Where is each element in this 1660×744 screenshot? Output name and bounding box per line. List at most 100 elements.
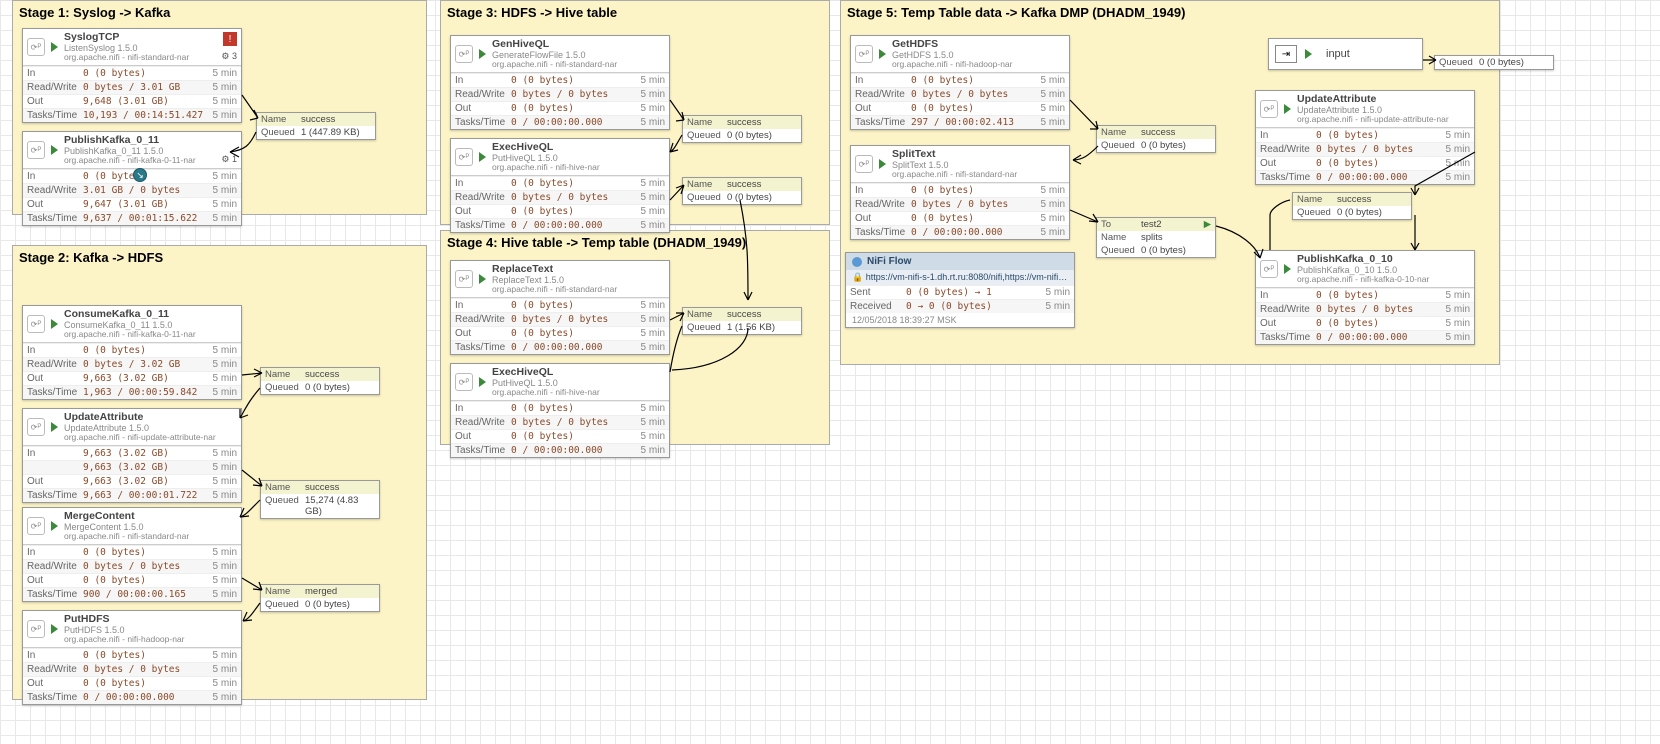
conn-name-key: Name <box>1101 127 1141 138</box>
input-port[interactable]: ⇥ input <box>1268 38 1423 70</box>
stat-value: 0 / 00:00:00.000 <box>509 116 635 129</box>
connection-c9[interactable]: Totest2▶NamesplitsQueued0 (0 bytes) <box>1096 217 1216 258</box>
processor-nar: org.apache.nifi - nifi-standard-nar <box>64 53 237 62</box>
conn-name-key: Name <box>265 482 305 493</box>
processor-header[interactable]: ⟳P ExecHiveQL PutHiveQL 1.5.0 org.apache… <box>451 139 669 176</box>
processor-p_updattr2[interactable]: ⟳P UpdateAttribute UpdateAttribute 1.5.0… <box>1255 90 1475 185</box>
rpg-title: NiFi Flow <box>867 256 911 267</box>
conn-queued-val: 0 (0 bytes) <box>1141 245 1211 256</box>
processor-name: SplitText <box>892 149 1065 161</box>
stat-value: 0 (0 bytes) <box>81 546 207 559</box>
stat-key: Out <box>851 102 909 115</box>
stat-value: 0 (0 bytes) <box>509 430 635 443</box>
stage-title: Stage 4: Hive table -> Temp table (DHADM… <box>441 231 829 254</box>
stat-key: Out <box>23 475 81 488</box>
connection-c7[interactable]: NamesuccessQueued1 (1.56 KB) <box>682 307 802 335</box>
processor-header[interactable]: ⟳P PublishKafka_0_11 PublishKafka_0_11 1… <box>23 132 241 169</box>
processor-name: PublishKafka_0_10 <box>1297 254 1470 266</box>
conn-name-val: success <box>727 309 797 320</box>
run-status-icon <box>51 521 58 531</box>
play-icon: ▶ <box>1204 219 1211 230</box>
connection-c1[interactable]: NamesuccessQueued1 (447.89 KB) <box>256 112 376 140</box>
connection-c3[interactable]: NamesuccessQueued15,274 (4.83 GB) <box>260 480 380 519</box>
processor-p_genhive[interactable]: ⟳P GenHiveQL GenerateFlowFile 1.5.0 org.… <box>450 35 670 130</box>
processor-header[interactable]: ⟳P GetHDFS GetHDFS 1.5.0 org.apache.nifi… <box>851 36 1069 73</box>
processor-header[interactable]: ⟳P SplitText SplitText 1.5.0 org.apache.… <box>851 146 1069 183</box>
stat-window: 5 min <box>1440 317 1474 330</box>
thread-badge: ⚙ 3 <box>221 51 237 62</box>
processor-p_exechive1[interactable]: ⟳P ExecHiveQL PutHiveQL 1.5.0 org.apache… <box>450 138 670 233</box>
processor-header[interactable]: ⟳P UpdateAttribute UpdateAttribute 1.5.0… <box>1256 91 1474 128</box>
stat-value: 0 (0 bytes) <box>81 649 207 662</box>
connection-c8[interactable]: NamesuccessQueued0 (0 bytes) <box>1096 125 1216 153</box>
processor-header[interactable]: ⟳P PublishKafka_0_10 PublishKafka_0_10 1… <box>1256 251 1474 288</box>
processor-p_updattr1[interactable]: ⟳P UpdateAttribute UpdateAttribute 1.5.0… <box>22 408 242 503</box>
stat-key: Read/Write <box>23 81 81 94</box>
stat-window: 5 min <box>1035 226 1069 239</box>
run-status-icon <box>1305 49 1312 59</box>
processor-header[interactable]: ⟳P SyslogTCP ListenSyslog 1.5.0 org.apac… <box>23 29 241 66</box>
stat-value: 0 bytes / 0 bytes <box>509 416 635 429</box>
stat-value: 1,963 / 00:00:59.842 <box>81 386 207 399</box>
processor-header[interactable]: ⟳P PutHDFS PutHDFS 1.5.0 org.apache.nifi… <box>23 611 241 648</box>
processor-p_merge[interactable]: ⟳P MergeContent MergeContent 1.5.0 org.a… <box>22 507 242 602</box>
stat-key: Tasks/Time <box>1256 331 1314 344</box>
connection-c4[interactable]: NamemergedQueued0 (0 bytes) <box>260 584 380 612</box>
stat-window: 5 min <box>635 177 669 190</box>
processor-p_syslog[interactable]: ⟳P SyslogTCP ListenSyslog 1.5.0 org.apac… <box>22 28 242 123</box>
connection-c5[interactable]: NamesuccessQueued0 (0 bytes) <box>682 115 802 143</box>
stat-window: 5 min <box>635 205 669 218</box>
stat-window: 5 min <box>1440 129 1474 142</box>
run-status-icon <box>1284 264 1291 274</box>
stat-window: 5 min <box>207 588 241 601</box>
processor-p_replace[interactable]: ⟳P ReplaceText ReplaceText 1.5.0 org.apa… <box>450 260 670 355</box>
processor-header[interactable]: ⟳P ExecHiveQL PutHiveQL 1.5.0 org.apache… <box>451 364 669 401</box>
transmit-icon <box>852 257 862 267</box>
processor-header[interactable]: ⟳P ConsumeKafka_0_11 ConsumeKafka_0_11 1… <box>23 306 241 343</box>
conn-queued-key: Queued <box>265 382 305 393</box>
processor-p_puthdfs[interactable]: ⟳P PutHDFS PutHDFS 1.5.0 org.apache.nifi… <box>22 610 242 705</box>
stat-value: 0 / 00:00:00.000 <box>1314 171 1440 184</box>
processor-type-icon: ⟳P <box>27 517 45 535</box>
stat-value: 0 / 00:00:00.000 <box>509 444 635 457</box>
stat-key: Out <box>23 198 81 211</box>
stat-key: Read/Write <box>23 358 81 371</box>
connection-c11[interactable]: Queued0 (0 bytes) <box>1434 55 1554 70</box>
processor-header[interactable]: ⟳P ReplaceText ReplaceText 1.5.0 org.apa… <box>451 261 669 298</box>
stat-key <box>23 461 81 474</box>
connection-c10[interactable]: NamesuccessQueued0 (0 bytes) <box>1292 192 1412 220</box>
processor-header[interactable]: ⟳P MergeContent MergeContent 1.5.0 org.a… <box>23 508 241 545</box>
stat-window: 5 min <box>1440 289 1474 302</box>
rpg-header[interactable]: NiFi Flow <box>846 253 1074 270</box>
processor-p_pubkafka11[interactable]: ⟳P PublishKafka_0_11 PublishKafka_0_11 1… <box>22 131 242 226</box>
processor-name: PutHDFS <box>64 614 237 626</box>
stat-key: In <box>451 299 509 312</box>
stat-value: 0 (0 bytes) <box>1314 317 1440 330</box>
stat-value: 9,647 (3.01 GB) <box>81 198 207 211</box>
processor-p_gethdfs[interactable]: ⟳P GetHDFS GetHDFS 1.5.0 org.apache.nifi… <box>850 35 1070 130</box>
remote-process-group[interactable]: NiFi Flow 🔒 https://vm-nifi-s-1.dh.rt.ru… <box>845 252 1075 328</box>
processor-p_split[interactable]: ⟳P SplitText SplitText 1.5.0 org.apache.… <box>850 145 1070 240</box>
processor-header[interactable]: ⟳P UpdateAttribute UpdateAttribute 1.5.0… <box>23 409 241 446</box>
warning-icon[interactable]: ! <box>223 32 237 46</box>
connection-c6[interactable]: NamesuccessQueued0 (0 bytes) <box>682 177 802 205</box>
stat-key: In <box>23 649 81 662</box>
run-status-icon <box>51 422 58 432</box>
run-status-icon <box>479 274 486 284</box>
processor-p_pubkafka10[interactable]: ⟳P PublishKafka_0_10 PublishKafka_0_10 1… <box>1255 250 1475 345</box>
processor-type-icon: ⟳P <box>27 38 45 56</box>
processor-p_conskafka[interactable]: ⟳P ConsumeKafka_0_11 ConsumeKafka_0_11 1… <box>22 305 242 400</box>
stat-window: 5 min <box>1040 300 1074 313</box>
connection-c2[interactable]: NamesuccessQueued0 (0 bytes) <box>260 367 380 395</box>
processor-p_exechive2[interactable]: ⟳P ExecHiveQL PutHiveQL 1.5.0 org.apache… <box>450 363 670 458</box>
stat-key: Tasks/Time <box>23 489 81 502</box>
stat-key: Out <box>451 102 509 115</box>
processor-type-icon: ⟳P <box>27 141 45 159</box>
stat-window: 5 min <box>635 88 669 101</box>
stat-key: In <box>1256 289 1314 302</box>
stat-key: In <box>23 344 81 357</box>
conn-queued-val: 0 (0 bytes) <box>727 192 797 203</box>
processor-header[interactable]: ⟳P GenHiveQL GenerateFlowFile 1.5.0 org.… <box>451 36 669 73</box>
stat-key: Out <box>23 677 81 690</box>
stat-window: 5 min <box>207 560 241 573</box>
